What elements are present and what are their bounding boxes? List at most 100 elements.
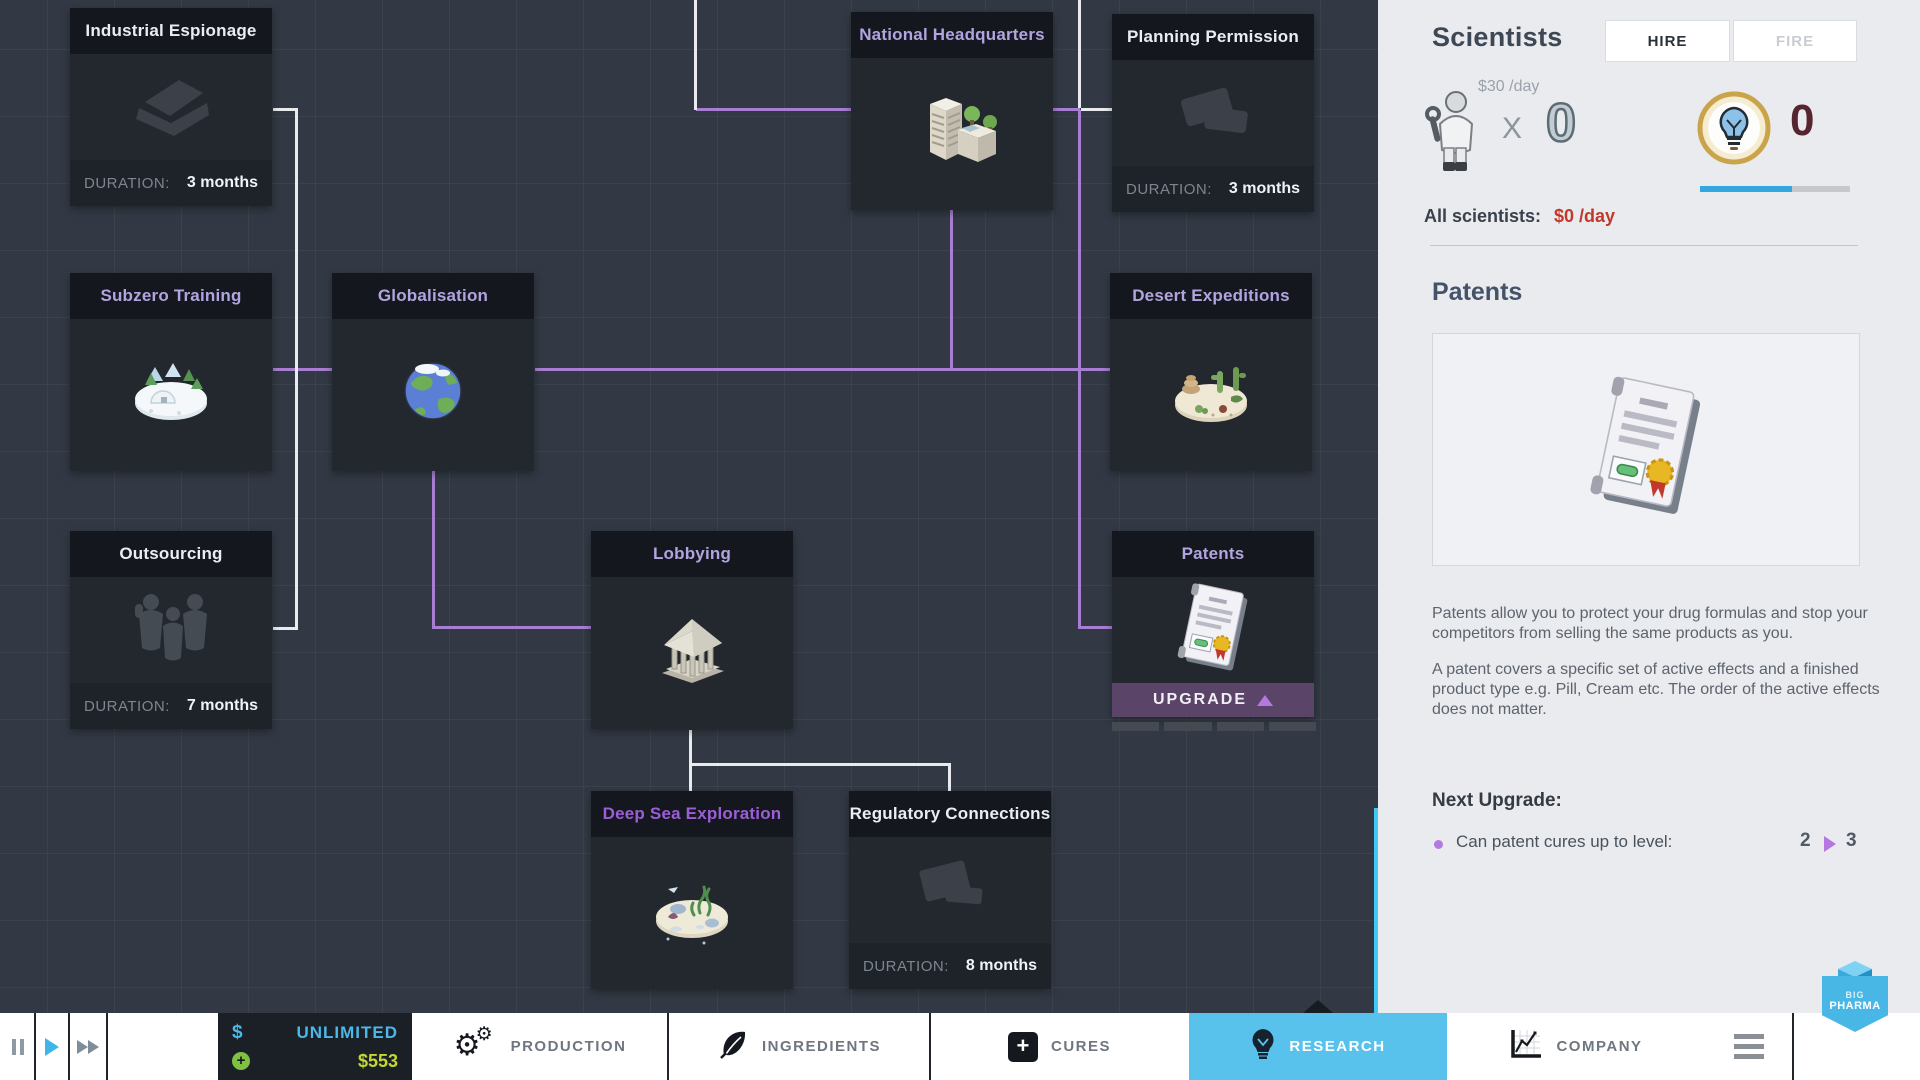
scientists-heading: Scientists [1432,22,1563,52]
tech-node-title: Regulatory Connections [849,791,1051,837]
blueprint-icon [1165,71,1261,156]
cash-balance: $553 [357,1050,398,1071]
connector-line [950,209,953,370]
tech-node-outsourcing[interactable]: Outsourcing DURATION: 7 months [70,531,272,729]
connector-line [1078,626,1112,629]
research-side-panel: Scientists HIRE FIRE $30 /day X 0 0 All … [1378,0,1920,1013]
gears-icon: ⚙ ⚙ [453,1023,493,1062]
patent-upgrade-level-bar [1112,722,1316,731]
tech-node-title: Lobbying [591,531,793,577]
connector-line [1053,108,1080,111]
duration-value: 3 months [186,174,258,191]
divider [1430,245,1858,246]
arctic-island-icon [121,347,221,444]
upgrade-label: UPGRADE [1152,691,1247,708]
tech-node-patents[interactable]: Patents UPGRADE [1112,531,1314,717]
fast-forward-icon [77,1039,88,1054]
connector-line [432,626,591,629]
tab-ingredients[interactable]: INGREDIENTS [668,1013,930,1080]
patents-description-1: Patents allow you to protect your drug f… [1432,605,1868,642]
play-button[interactable] [35,1013,69,1080]
tab-company[interactable]: COMPANY [1447,1013,1705,1080]
fire-button[interactable]: FIRE [1733,20,1857,62]
next-upgrade-item: Can patent cures up to level: [1456,832,1673,851]
tech-node-lobbying[interactable]: Lobbying [591,531,793,729]
all-scientists-rate: $0 /day [1554,206,1616,226]
hamburger-icon [1734,1034,1764,1039]
divider [106,1013,108,1080]
pause-button[interactable] [0,1013,35,1080]
upgrade-level-current: 2 [1800,830,1811,851]
multiply-symbol: X [1502,112,1523,145]
tech-node-desert-expeditions[interactable]: Desert Expeditions [1110,273,1312,471]
menu-button[interactable] [1705,1013,1793,1080]
tech-node-national-headquarters[interactable]: National Headquarters [851,12,1053,210]
play-icon [45,1037,59,1056]
duration-value: 3 months [1228,180,1300,197]
scientist-daily-rate: $30 /day [1478,78,1540,95]
duration-label: DURATION: [1126,180,1212,198]
workers-icon [121,584,221,677]
patent-illustration-box [1432,333,1860,566]
upgrade-button[interactable]: UPGRADE [1112,683,1314,717]
fast-forward-button[interactable] [69,1013,107,1080]
research-tab-pointer [1303,1000,1333,1013]
scientist-count: 0 [1545,92,1578,155]
headquarters-icon [900,86,1004,183]
connector-line [1078,110,1081,629]
patents-heading: Patents [1432,278,1523,306]
tech-node-title: Outsourcing [70,531,272,577]
seabed-island-icon [642,865,742,962]
connector-line [696,108,851,111]
bullet-icon [1434,840,1443,849]
tech-node-title: Patents [1112,531,1314,577]
all-scientists-label: All scientists: [1424,206,1542,226]
tab-research[interactable]: RESEARCH [1189,1013,1447,1080]
tech-node-subzero-training[interactable]: Subzero Training [70,273,272,471]
patent-document-icon [1170,580,1256,681]
bottom-toolbar: $ UNLIMITED + $553 ⚙ ⚙ PRODUCTION INGREDI… [0,1013,1920,1080]
duration-label: DURATION: [863,957,949,975]
duration-label: DURATION: [84,174,170,192]
next-upgrade-heading: Next Upgrade: [1432,790,1562,811]
research-progress-bar [1700,186,1850,192]
connector-line [1078,0,1081,108]
tab-cures[interactable]: + CURES [930,1013,1189,1080]
research-points-count: 0 [1790,96,1815,145]
tech-node-industrial-espionage[interactable]: Industrial Espionage DURATION: 3 months [70,8,272,206]
globe-icon [387,347,479,444]
patent-document-icon [1583,371,1709,528]
chart-icon [1509,1028,1543,1065]
connector-line [689,730,692,791]
tech-node-deep-sea-exploration[interactable]: Deep Sea Exploration [591,791,793,989]
add-funds-icon[interactable]: + [232,1052,250,1070]
tech-node-title: Subzero Training [70,273,272,319]
tech-node-title: Planning Permission [1112,14,1314,60]
connector-line [295,108,298,630]
tech-node-regulatory-connections[interactable]: Regulatory Connections DURATION: 8 month… [849,791,1051,989]
game-screen: Industrial Espionage DURATION: 3 months … [0,0,1920,1080]
connector-line [535,368,1112,371]
connector-line [689,763,951,766]
duration-label: DURATION: [84,697,170,715]
tech-node-title: Industrial Espionage [70,8,272,54]
medical-cross-icon: + [1007,1031,1038,1062]
connector-line [694,0,697,110]
tech-node-globalisation[interactable]: Globalisation [332,273,534,471]
duration-value: 7 months [186,697,258,714]
loan-status: UNLIMITED [296,1023,398,1042]
laptop-icon [123,62,219,153]
leaf-icon [717,1028,749,1065]
government-building-icon [642,605,742,702]
tab-production[interactable]: ⚙ ⚙ PRODUCTION [412,1013,668,1080]
tech-node-planning-permission[interactable]: Planning Permission DURATION: 3 months [1112,14,1314,212]
tech-node-title: Desert Expeditions [1110,273,1312,319]
duration-value: 8 months [965,957,1037,974]
currency-symbol: $ [232,1022,243,1043]
money-display: $ UNLIMITED + $553 [218,1013,412,1080]
research-tree-canvas[interactable]: Industrial Espionage DURATION: 3 months … [0,0,1378,1013]
hire-button[interactable]: HIRE [1605,20,1730,62]
tech-node-title: Deep Sea Exploration [591,791,793,837]
tech-node-title: Globalisation [332,273,534,319]
documents-icon [902,849,998,932]
